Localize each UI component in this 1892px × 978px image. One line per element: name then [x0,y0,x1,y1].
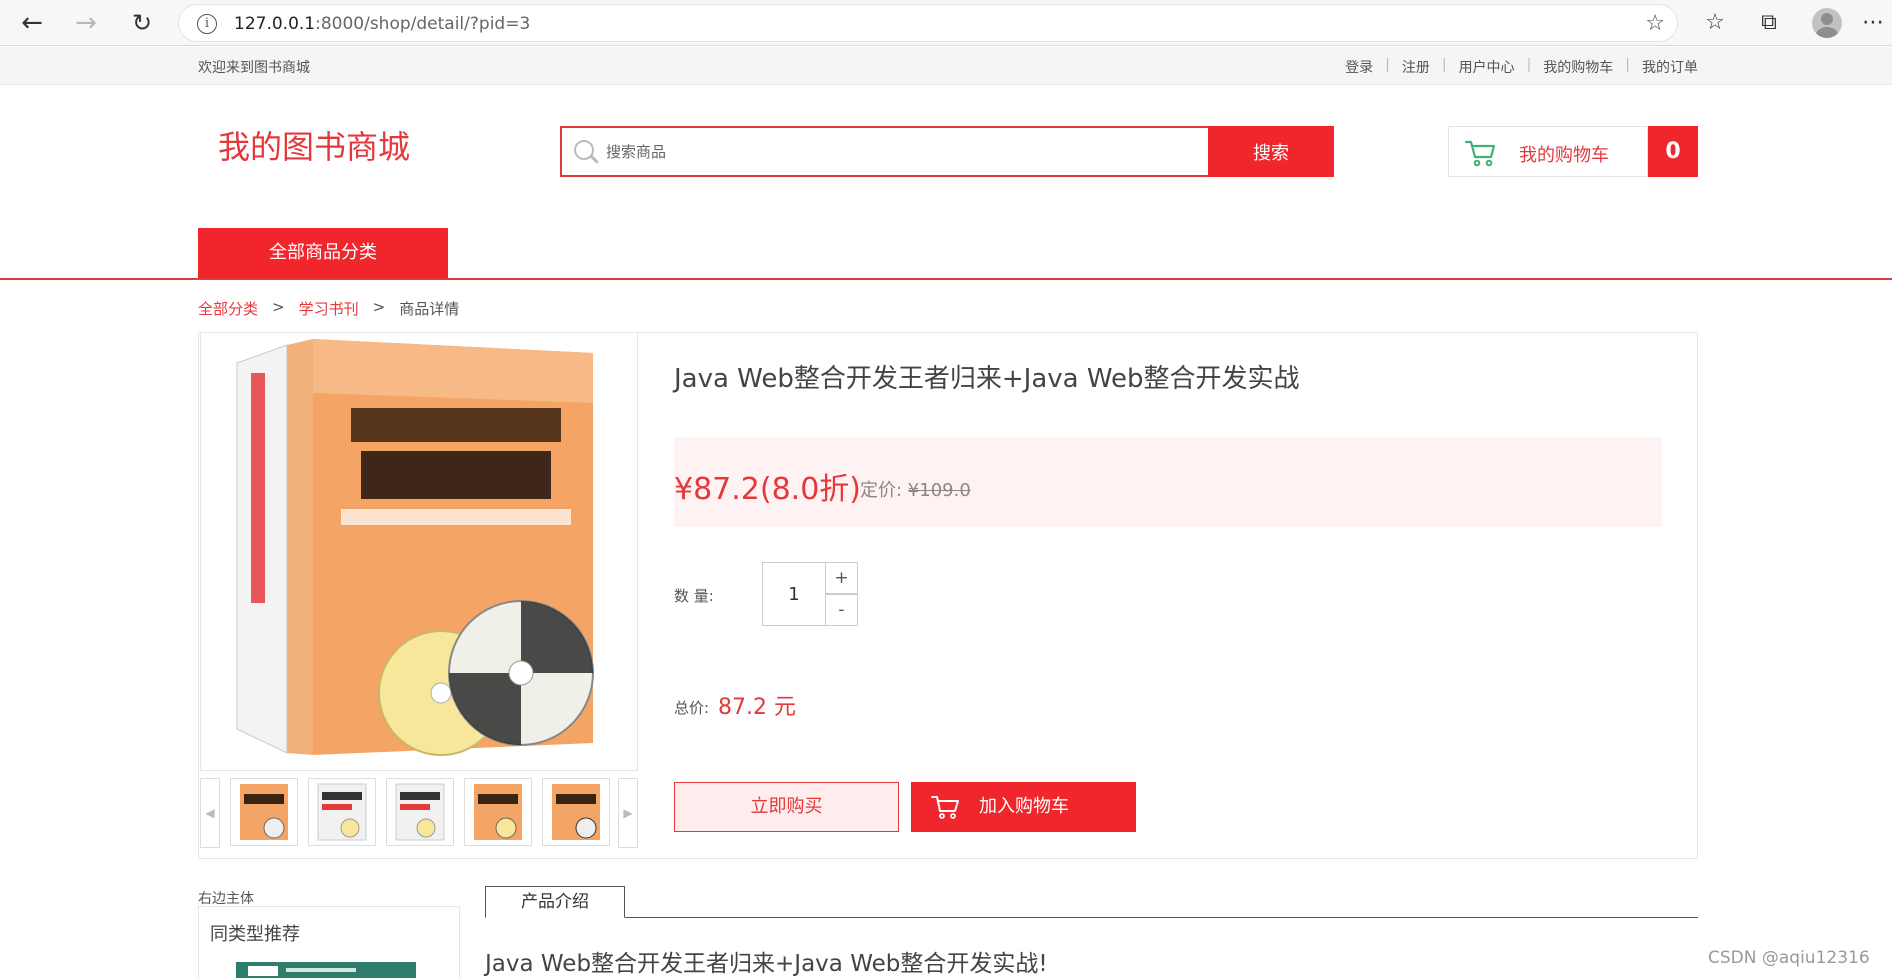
address-bar[interactable]: i 127.0.0.1:8000/shop/detail/?pid=3 ☆ [178,4,1678,42]
profile-avatar-icon[interactable] [1812,8,1842,38]
tab-product-intro[interactable]: 产品介绍 [485,886,625,918]
breadcrumb-all-categories[interactable]: 全部分类 [198,298,258,319]
total-label: 总价: [674,699,710,717]
thumbnail-4[interactable] [464,778,532,846]
watermark: CSDN @aqiu12316 [1708,948,1870,968]
product-title: Java Web整合开发王者归来+Java Web整合开发实战 [674,364,1300,394]
image-detail [286,968,356,972]
quantity-increase-button[interactable]: + [825,562,858,594]
site-top-bar: 欢迎来到图书商城 登录 | 注册 | 用户中心 | 我的购物车 | 我的订单 [0,47,1892,85]
tab-divider [485,917,1698,918]
login-link[interactable]: 登录 [1333,57,1385,77]
sidebar-caption: 右边主体 [198,891,254,907]
favorites-icon[interactable]: ☆ [1700,8,1730,38]
collections-icon[interactable]: ⧉ [1754,8,1784,38]
breadcrumb: 全部分类 > 学习书刊 > 商品详情 [198,298,459,319]
thumbnail-image [474,784,522,840]
buy-now-button[interactable]: 立即购买 [674,782,899,832]
thumbnail-image [317,783,367,841]
back-icon[interactable]: ← [16,7,48,39]
quantity-decrease-button[interactable]: - [825,594,858,626]
site-logo[interactable]: 我的图书商城 [218,122,410,168]
cart-label: 我的购物车 [1519,145,1609,166]
all-categories-button[interactable]: 全部商品分类 [198,228,448,278]
thumbnail-1[interactable] [230,778,298,846]
site-info-icon[interactable]: i [197,14,217,34]
total-price: 87.2 元 [718,695,796,720]
recommend-title: 同类型推荐 [210,924,300,945]
product-main-image [200,333,638,771]
top-links: 登录 | 注册 | 用户中心 | 我的购物车 | 我的订单 [1333,57,1698,77]
search-button[interactable]: 搜索 [1208,126,1334,177]
thumbnail-image [395,783,445,841]
cart-button[interactable]: 我的购物车 [1448,126,1648,177]
my-cart-link[interactable]: 我的购物车 [1531,57,1625,77]
nav-divider [0,278,1892,280]
list-price: ¥109.0 [907,480,971,501]
thumbnail-image [240,784,288,840]
image-detail [248,966,278,976]
quantity-label: 数 量: [674,587,714,605]
thumb-prev-button[interactable]: ◀ [200,778,220,848]
thumbnail-image [552,784,600,840]
sale-price: ¥87.2(8.0折) [674,472,862,507]
thumbnail-3[interactable] [386,778,454,846]
recommend-book-image[interactable] [236,962,416,978]
book-cover-image [201,333,637,769]
search-input[interactable] [606,138,1196,166]
add-to-cart-label: 加入购物车 [979,796,1069,817]
thumbnail-5[interactable] [542,778,610,846]
cart-count-badge[interactable]: 0 [1648,126,1698,177]
add-to-cart-button[interactable]: 加入购物车 [911,782,1136,832]
add-favorite-icon[interactable]: ☆ [1645,11,1665,36]
register-link[interactable]: 注册 [1390,57,1442,77]
search-box [560,126,1209,177]
url-text[interactable]: 127.0.0.1:8000/shop/detail/?pid=3 [234,14,530,34]
list-price-label: 定价: [860,480,908,501]
breadcrumb-study-books[interactable]: 学习书刊 [299,298,359,319]
cart-icon [931,796,959,819]
breadcrumb-current: 商品详情 [399,300,460,318]
my-orders-link[interactable]: 我的订单 [1630,57,1698,77]
welcome-text: 欢迎来到图书商城 [198,60,310,76]
user-center-link[interactable]: 用户中心 [1447,57,1527,77]
reload-icon[interactable]: ↻ [126,7,158,39]
browser-toolbar: ← → ↻ i 127.0.0.1:8000/shop/detail/?pid=… [0,0,1892,46]
product-intro-text: Java Web整合开发王者归来+Java Web整合开发实战! [485,951,1048,977]
list-price-row: 定价: ¥109.0 [860,476,971,502]
thumb-next-button[interactable]: ▶ [618,778,638,848]
more-menu-icon[interactable]: ⋯ [1858,8,1888,38]
search-icon [574,140,594,160]
cart-icon [1465,140,1496,167]
breadcrumb-separator: > [372,298,386,316]
breadcrumb-separator: > [272,298,285,316]
quantity-input[interactable] [762,562,826,626]
forward-icon[interactable]: → [70,7,102,39]
thumbnail-2[interactable] [308,778,376,846]
